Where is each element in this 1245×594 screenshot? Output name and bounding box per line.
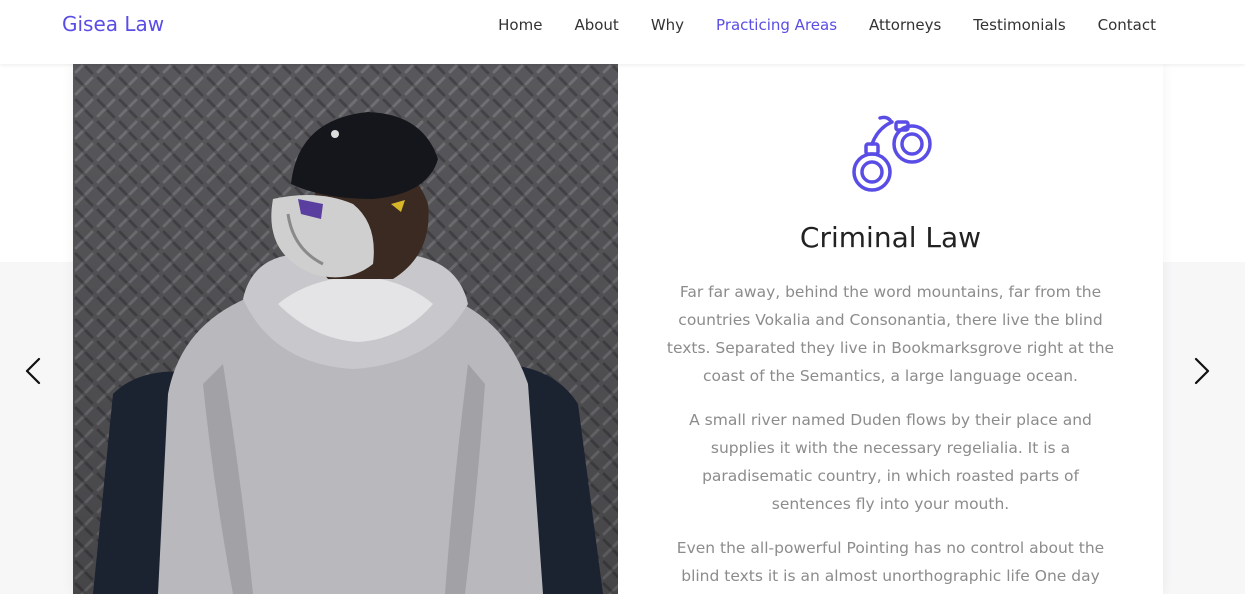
nav-link-about[interactable]: About — [574, 16, 618, 34]
chevron-right-icon — [1194, 357, 1210, 385]
nav-link-contact[interactable]: Contact — [1098, 16, 1156, 34]
slide-paragraph: Even the all-powerful Pointing has no co… — [676, 539, 1105, 585]
carousel-prev-button[interactable] — [18, 355, 48, 387]
person-photo-illustration — [73, 64, 618, 594]
nav-menu: Home About Why Practicing Areas Attorney… — [498, 16, 1156, 34]
navbar: Gisea Law Home About Why Practicing Area… — [0, 0, 1245, 64]
nav-link-home[interactable]: Home — [498, 16, 542, 34]
practice-area-slide: Criminal Law Far far away, behind the wo… — [73, 64, 1163, 594]
slide-content: Criminal Law Far far away, behind the wo… — [618, 64, 1163, 594]
handcuffs-icon — [852, 115, 932, 192]
chevron-left-icon — [25, 357, 41, 385]
carousel-next-button[interactable] — [1187, 355, 1217, 387]
slide-paragraph: Far far away, behind the word mountains,… — [666, 283, 1115, 385]
nav-link-attorneys[interactable]: Attorneys — [869, 16, 941, 34]
slide-photo — [73, 64, 618, 594]
slide-paragraph: A small river named Duden flows by their… — [689, 411, 1092, 513]
nav-link-practicing-areas[interactable]: Practicing Areas — [716, 16, 837, 34]
slide-title: Criminal Law — [799, 221, 982, 254]
nav-link-why[interactable]: Why — [651, 16, 684, 34]
nav-link-testimonials[interactable]: Testimonials — [973, 16, 1065, 34]
brand-logo[interactable]: Gisea Law — [62, 12, 164, 36]
